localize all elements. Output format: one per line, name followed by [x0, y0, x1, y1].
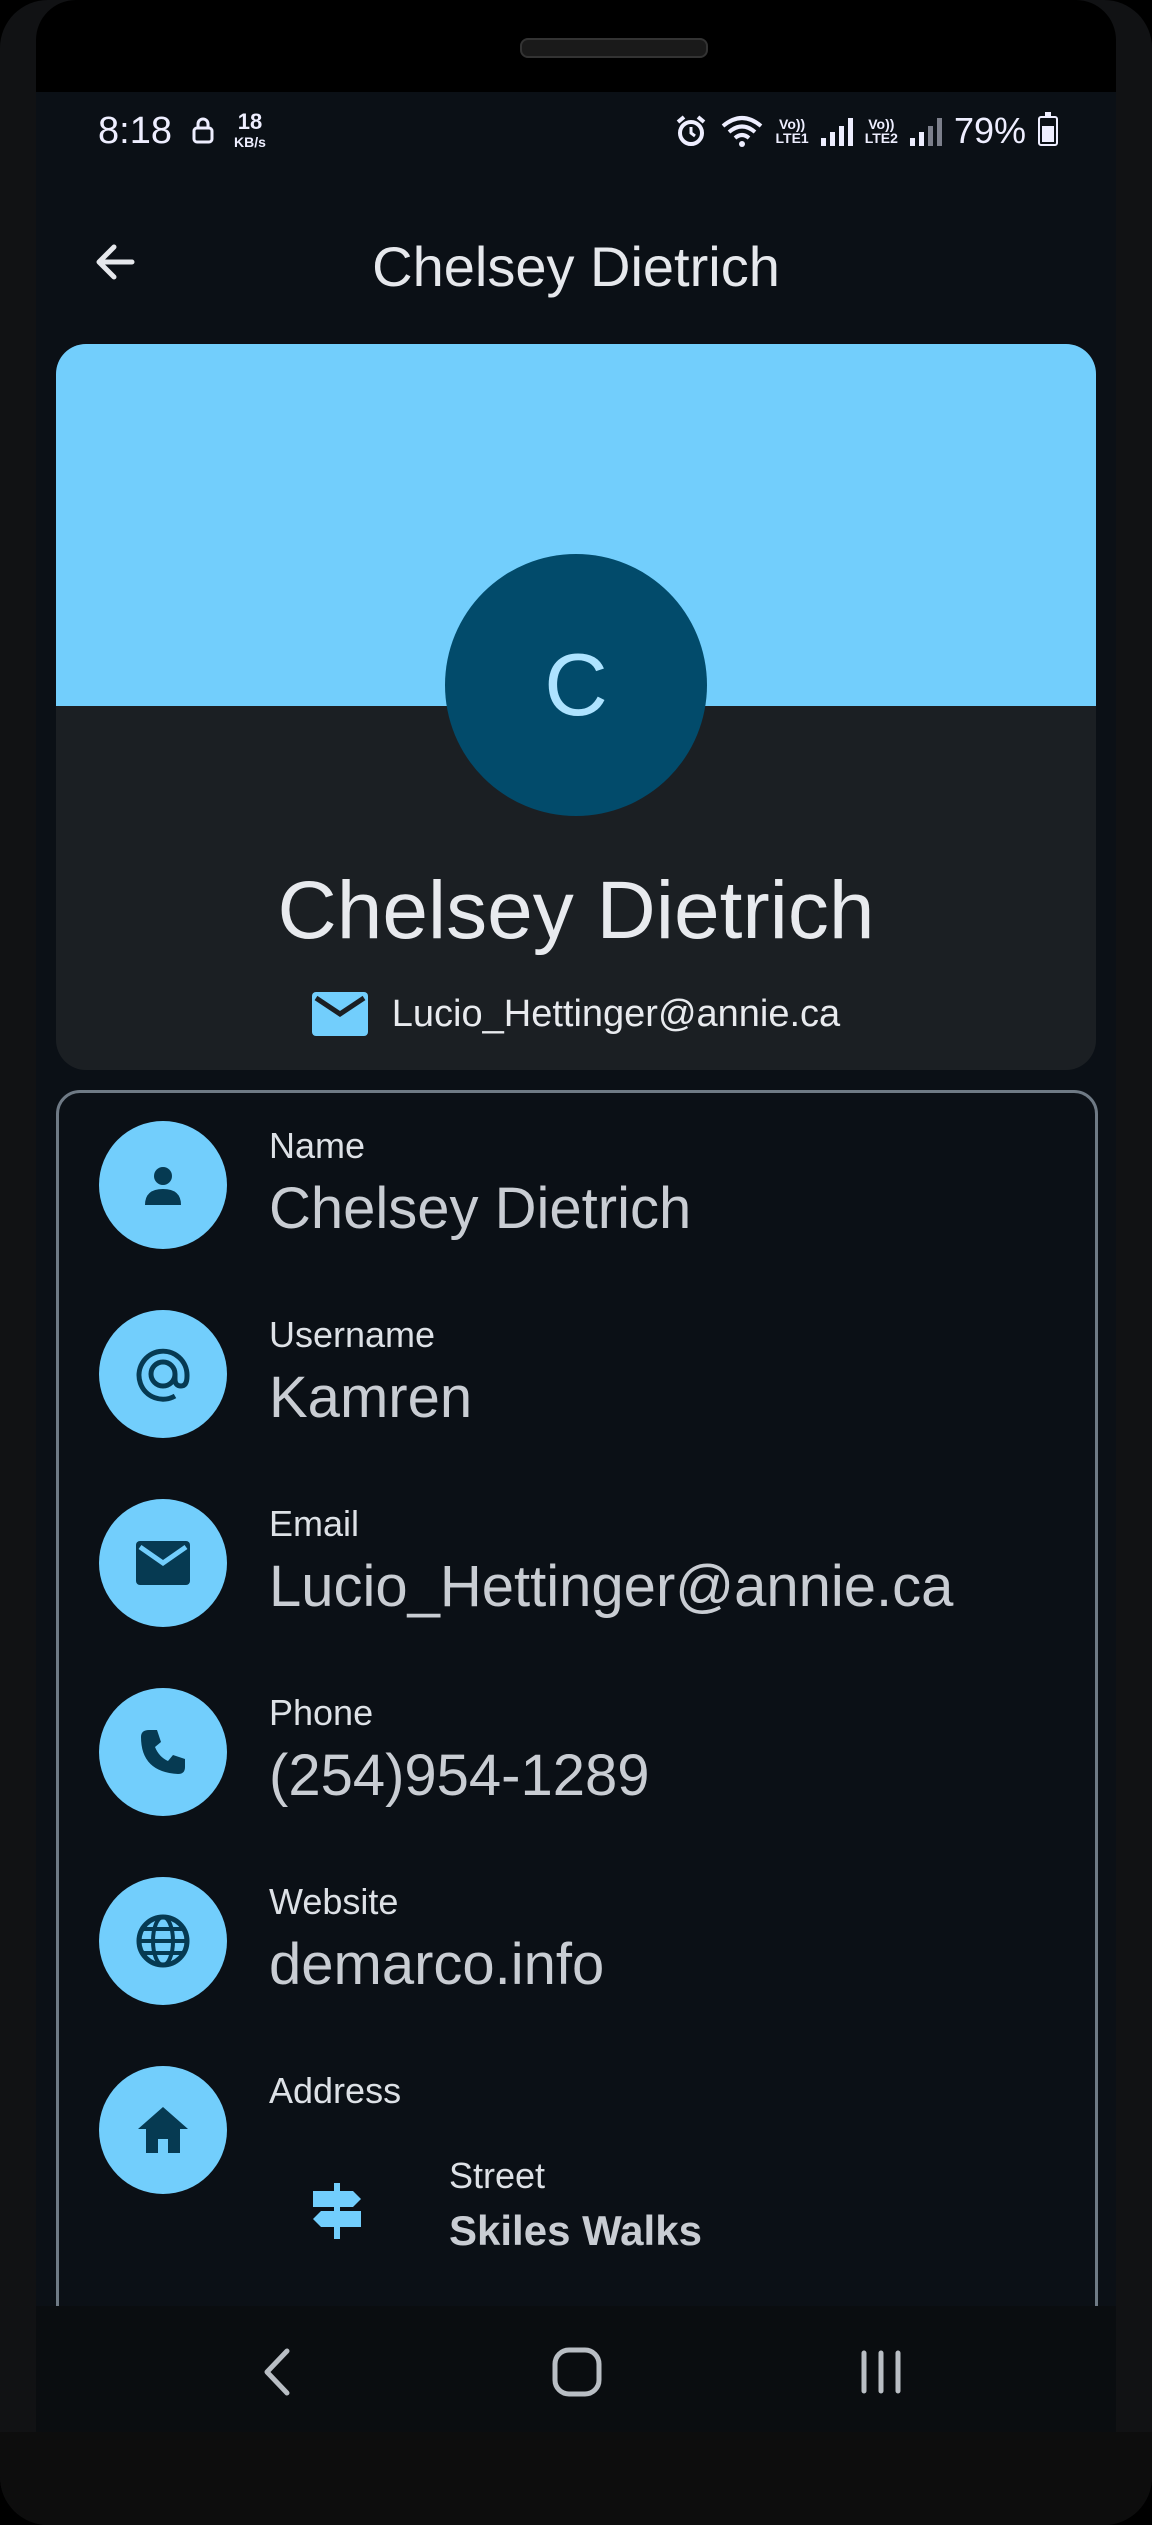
detail-label: Email	[269, 1503, 360, 1544]
wifi-icon	[721, 116, 762, 147]
mail-icon	[311, 992, 368, 1036]
app-bar: Chelsey Dietrich	[36, 212, 1116, 312]
avatar-letter: C	[544, 635, 608, 734]
lte1-indicator: Vo)) LTE1	[776, 117, 809, 145]
globe-icon	[136, 1914, 190, 1968]
detail-value: Chelsey Dietrich	[269, 1176, 692, 1241]
detail-label: Website	[269, 1881, 399, 1922]
at-sign-icon	[136, 1348, 190, 1402]
lte2-label: LTE2	[864, 130, 898, 146]
phone-bottom-bezel	[0, 2432, 1152, 2525]
detail-icon-circle	[99, 1499, 227, 1627]
home-icon	[138, 2107, 188, 2153]
detail-row-email: Email Lucio_Hettinger@annie.ca	[99, 1499, 1059, 1629]
detail-icon-circle	[99, 1121, 227, 1249]
detail-label: Name	[269, 1125, 366, 1166]
network-speed: 18 KB/s	[234, 109, 266, 152]
volte-label: Vo))	[868, 116, 895, 132]
profile-email-text: Lucio_Hettinger@annie.ca	[391, 992, 841, 1035]
lte1-label: LTE1	[775, 130, 809, 146]
street-value: Skiles Walks	[449, 2207, 702, 2254]
nav-back-icon[interactable]	[242, 2342, 312, 2402]
signpost-icon	[299, 2173, 375, 2249]
detail-icon-circle	[99, 1310, 227, 1438]
detail-icon-circle	[99, 2066, 227, 2194]
detail-label: Address	[269, 2070, 402, 2111]
detail-row-website: Website demarco.info	[99, 1877, 1059, 2007]
person-icon	[145, 1167, 181, 1205]
signal-icon	[820, 116, 853, 146]
screen: 8:18 18 KB/s Vo)) LTE1 Vo)) LTE2 79% Che…	[36, 92, 1116, 2432]
detail-icon-circle	[99, 1877, 227, 2005]
mail-icon	[136, 1541, 190, 1585]
battery-percent: 79%	[953, 110, 1026, 151]
detail-row-phone: Phone (254)954-1289	[99, 1688, 1059, 1818]
page-title: Chelsey Dietrich	[372, 235, 780, 298]
status-bar: 8:18 18 KB/s Vo)) LTE1 Vo)) LTE2 79%	[36, 92, 1116, 172]
alarm-icon	[676, 115, 705, 146]
phone-top-bezel	[36, 0, 1116, 92]
detail-value: demarco.info	[269, 1932, 605, 1997]
profile-card: C Chelsey Dietrich Lucio_Hettinger@annie…	[56, 344, 1096, 1070]
details-list: Name Chelsey Dietrich Username Kamren Em…	[56, 1090, 1098, 2432]
detail-row-username: Username Kamren	[99, 1310, 1059, 1440]
vpn-key-icon	[192, 117, 214, 144]
phone-icon	[141, 1730, 185, 1774]
address-street-row: Street Skiles Walks	[299, 2155, 899, 2265]
nav-home-icon[interactable]	[542, 2342, 612, 2402]
battery-icon	[1038, 112, 1058, 146]
earpiece-speaker	[520, 38, 708, 58]
network-speed-value: 18	[237, 109, 263, 134]
detail-row-name: Name Chelsey Dietrich	[99, 1121, 1059, 1251]
profile-name: Chelsey Dietrich	[277, 865, 875, 956]
system-nav-bar	[36, 2306, 1116, 2432]
detail-value: (254)954-1289	[269, 1743, 650, 1808]
status-time: 8:18	[98, 110, 172, 152]
street-label: Street	[449, 2155, 546, 2196]
detail-value: Kamren	[269, 1365, 473, 1430]
lte2-indicator: Vo)) LTE2	[865, 117, 898, 145]
detail-label: Username	[269, 1314, 436, 1355]
detail-icon-circle	[99, 1688, 227, 1816]
signal-icon	[909, 116, 942, 146]
nav-recents-icon[interactable]	[846, 2342, 916, 2402]
detail-label: Phone	[269, 1692, 374, 1733]
avatar: C	[445, 554, 707, 816]
volte-label: Vo))	[779, 116, 806, 132]
status-right-group: Vo)) LTE1 Vo)) LTE2 79%	[674, 110, 1058, 152]
network-speed-unit: KB/s	[234, 134, 266, 150]
detail-value: Lucio_Hettinger@annie.ca	[269, 1554, 954, 1619]
profile-email[interactable]: Lucio_Hettinger@annie.ca	[56, 992, 1096, 1036]
phone-device: 8:18 18 KB/s Vo)) LTE1 Vo)) LTE2 79% Che…	[0, 0, 1152, 2525]
